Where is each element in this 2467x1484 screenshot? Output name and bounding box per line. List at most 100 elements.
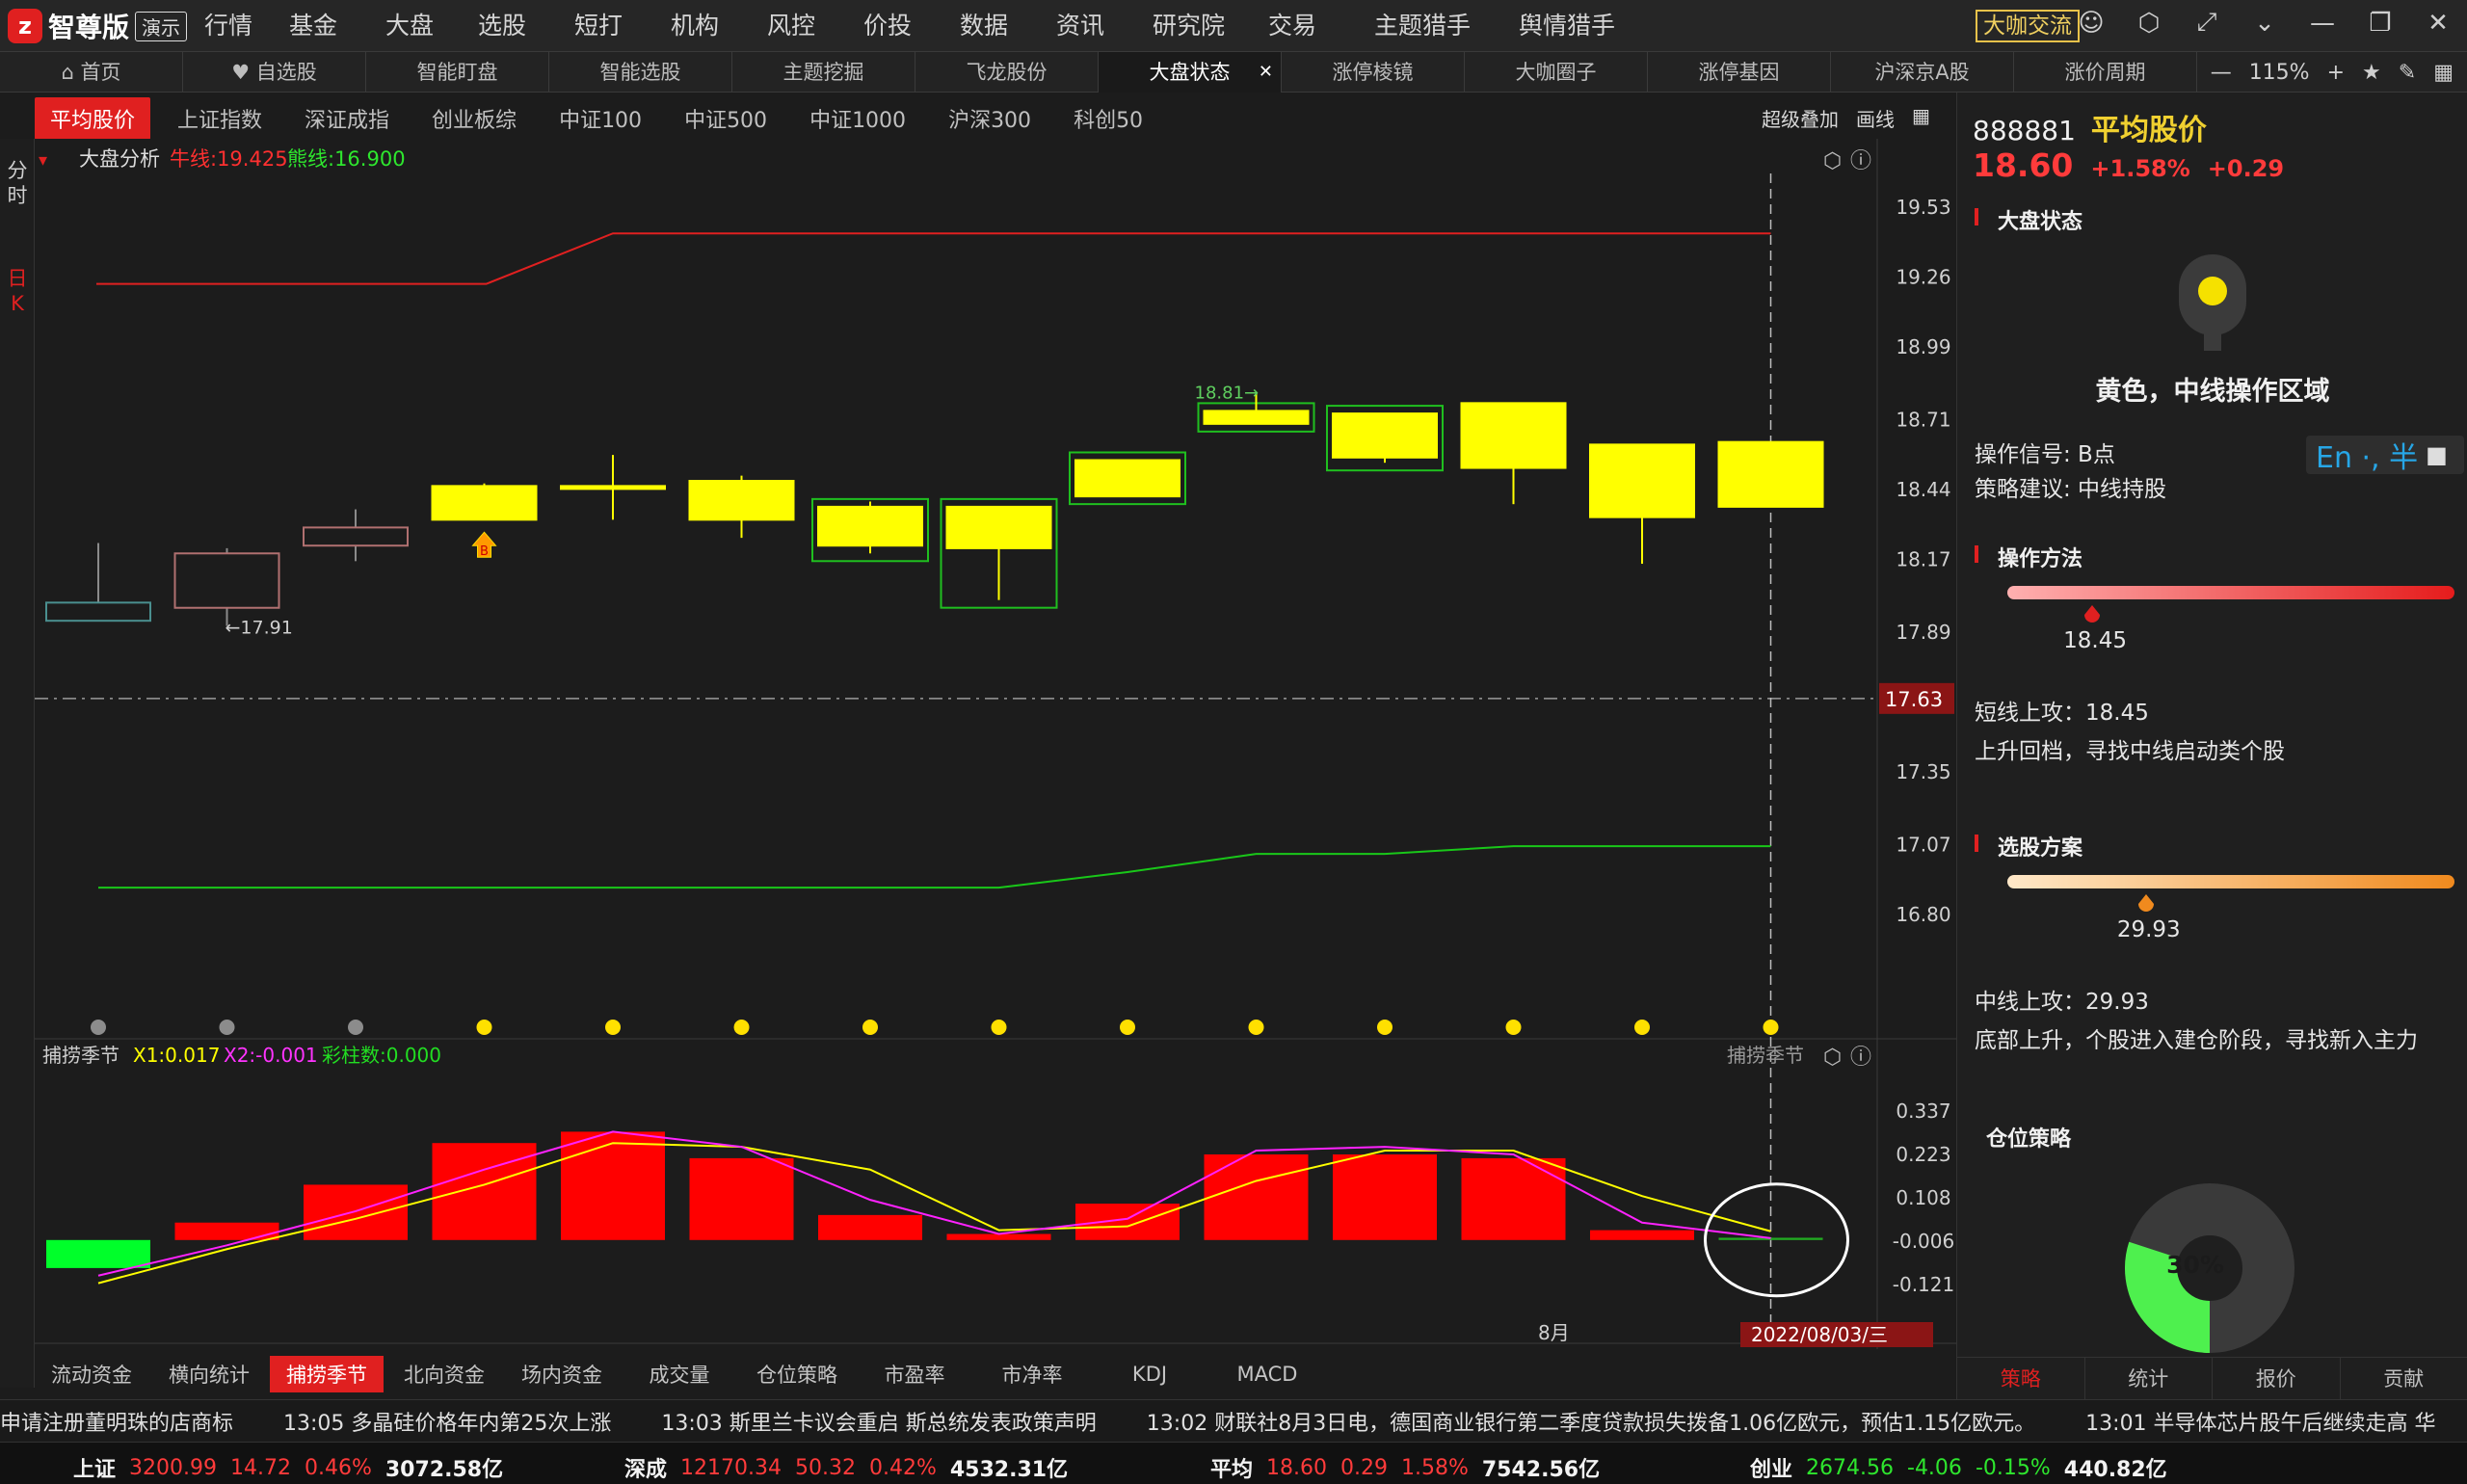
menu-item[interactable]: 短打 [574,0,623,52]
index-tab[interactable]: 科创50 [1058,97,1158,140]
candle-body[interactable] [173,552,280,609]
candle-body[interactable] [1332,412,1438,459]
tab-item[interactable]: 涨停棱镜 [1282,52,1465,93]
news-item[interactable]: 13:01 半导体芯片股午后继续走高 华 [2085,1406,2435,1437]
app-logo[interactable]: z 智尊版 演示 [8,8,188,44]
candle-body[interactable] [1460,402,1567,469]
menu-item[interactable]: 资讯 [1056,0,1104,52]
candle-body[interactable] [1717,440,1824,508]
tab-item[interactable]: 沪深京A股 [1831,52,2014,93]
menu-item[interactable]: 行情 [204,0,252,52]
index-tab[interactable]: 创业板综 [416,97,532,140]
menu-item[interactable]: 舆情猎手 [1519,0,1615,52]
candle-body[interactable] [1589,443,1695,518]
menu-item[interactable]: 风控 [767,0,815,52]
user-icon[interactable]: ☺ [2076,9,2107,38]
tab-item[interactable]: ♥ 自选股 [183,52,366,93]
indicator-tab[interactable]: 仓位策略 [740,1356,854,1392]
panel-tab[interactable]: 贡献 [2341,1358,2467,1399]
candle-body[interactable] [303,526,409,547]
news-item[interactable]: 13:03 斯里兰卡议会重启 斯总统发表政策声明 [661,1406,1096,1437]
draw-line-button[interactable]: 画线 [1856,104,1895,132]
intraday-button[interactable]: 分时 [7,158,28,208]
shrink-icon[interactable]: ⤢ [2191,8,2222,38]
candle-body[interactable] [817,505,923,547]
candle-body[interactable] [45,601,151,623]
tab-item[interactable]: 飞龙股份 [915,52,1099,93]
zoom-in-button[interactable]: + [2327,61,2345,85]
index-tab[interactable]: 深证成指 [289,97,405,140]
menu-item[interactable]: 选股 [478,0,526,52]
minimize-icon[interactable]: — [2307,9,2338,38]
grid-icon[interactable]: ▦ [2433,61,2454,85]
tab-item[interactable]: 智能盯盘 [366,52,549,93]
indicator-tab[interactable]: 市盈率 [858,1356,971,1392]
menu-item[interactable]: 研究院 [1153,0,1225,52]
tab-item[interactable]: 涨价周期 [2014,52,2197,93]
indicator-tab[interactable]: KDJ [1093,1359,1207,1390]
news-item[interactable]: 申请注册董明珠的店商标 [0,1406,233,1437]
indicator-tab[interactable]: 成交量 [623,1356,736,1392]
quote-amount: 3072.58亿 [385,1458,504,1482]
ime-indicator[interactable]: En ·, 半 ■ [2306,436,2464,475]
menu-item[interactable]: 机构 [671,0,719,52]
index-quote[interactable]: 上证 3200.99 14.72 0.46% 3072.58亿 [73,1452,503,1483]
layout-icon[interactable]: ▦ [1912,104,1930,132]
indicator-tab[interactable]: 捕捞季节 [270,1356,384,1392]
menu-item[interactable]: 交易 [1268,0,1316,52]
index-tab[interactable]: 中证100 [544,97,657,140]
menu-item[interactable]: 数据 [960,0,1008,52]
close-icon[interactable]: ✕ [2423,9,2454,38]
daily-k-button[interactable]: 日K [7,266,28,316]
tab-close-icon[interactable]: ✕ [1259,52,1273,93]
short-attack-text: 短线上攻：18.45 [1975,701,2149,726]
index-quote[interactable]: 深成 12170.34 50.32 0.42% 4532.31亿 [624,1452,1068,1483]
panel-tab[interactable]: 统计 [2085,1358,2213,1399]
candle-body[interactable] [688,479,795,521]
tab-item[interactable]: 大盘状态 ✕ [1099,52,1282,93]
news-item[interactable]: 13:02 财联社8月3日电，德国商业银行第二季度贷款损失拨备1.06亿欧元，预… [1147,1406,2035,1437]
index-quote[interactable]: 平均 18.60 0.29 1.58% 7542.56亿 [1210,1452,1600,1483]
chevron-down-icon[interactable]: ⌄ [2249,9,2280,38]
indicator-tab[interactable]: 市净率 [975,1356,1089,1392]
tab-item[interactable]: 智能选股 [549,52,732,93]
community-button[interactable]: 大咖交流 [1976,10,2080,42]
index-quote[interactable]: 创业 2674.56 -4.06 -0.15% 440.82亿 [1750,1452,2167,1483]
tab-item[interactable]: ⌂ 首页 [0,52,183,93]
indicator-tab[interactable]: 流动资金 [35,1356,148,1392]
indicator-tab[interactable]: 横向统计 [152,1356,266,1392]
kline-chart[interactable]: ▾ 大盘分析 牛线:19.425 熊线:16.900 ⬡ ⓘ 19.53 19.26 18.99… [35,139,1956,1349]
menu-item[interactable]: 主题猎手 [1374,0,1471,52]
menu-item[interactable]: 价投 [863,0,912,52]
candle-body[interactable] [1074,459,1180,498]
candle-body[interactable] [431,485,538,521]
buy-signal-letter: B [480,544,489,559]
chart-area[interactable]: ▾ 大盘分析 牛线:19.425 熊线:16.900 ⬡ ⓘ 19.53 19.26 18.99… [35,139,1956,1349]
menu-item[interactable]: 大盘 [385,0,434,52]
index-tab[interactable]: 平均股价 [35,97,151,140]
indicator-tab[interactable]: 场内资金 [505,1356,619,1392]
indicator-tab[interactable]: 北向资金 [387,1356,501,1392]
star-icon[interactable]: ★ [2362,61,2381,85]
tab-item[interactable]: 主题挖掘 [732,52,915,93]
pen-icon[interactable]: ✎ [2399,61,2416,85]
settings-icon[interactable]: ⬡ [2134,9,2164,38]
index-tab[interactable]: 沪深300 [933,97,1047,140]
candle-body[interactable] [1203,410,1310,425]
index-tab[interactable]: 中证1000 [794,97,921,140]
index-tab[interactable]: 中证500 [669,97,783,140]
candle-body[interactable] [560,485,666,490]
news-ticker[interactable]: 申请注册董明珠的店商标 13:05 多晶硅价格年内第25次上涨 13:03 斯里兰卡… [0,1399,2467,1442]
overlay-button[interactable]: 超级叠加 [1762,104,1839,132]
tab-item[interactable]: 大咖圈子 [1465,52,1648,93]
zoom-out-button[interactable]: — [2211,61,2232,85]
indicator-tab[interactable]: MACD [1210,1359,1324,1390]
menu-item[interactable]: 基金 [289,0,337,52]
restore-icon[interactable]: ❐ [2365,9,2396,38]
panel-tab[interactable]: 报价 [2213,1358,2341,1399]
panel-tab[interactable]: 策略 [1957,1358,2085,1399]
candle-body[interactable] [945,505,1052,549]
index-tab[interactable]: 上证指数 [162,97,278,140]
news-item[interactable]: 13:05 多晶硅价格年内第25次上涨 [283,1406,611,1437]
tab-item[interactable]: 涨停基因 [1648,52,1831,93]
